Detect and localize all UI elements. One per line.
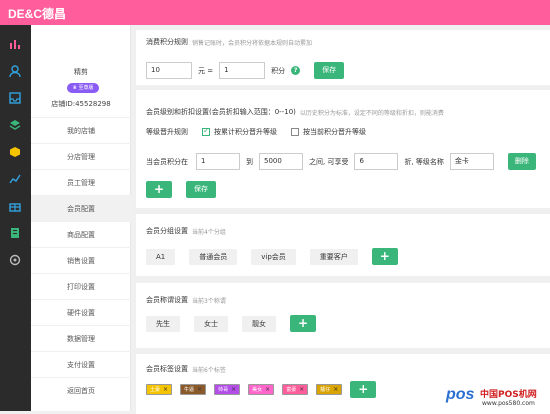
between-label: 之间, 可享受	[309, 157, 349, 166]
section-title: 会员标签设置	[146, 365, 188, 373]
remove-tag-icon[interactable]: ×	[333, 386, 338, 393]
nav-payment[interactable]: 支付设置	[31, 351, 131, 377]
section-title: 会员分组设置	[146, 227, 188, 235]
nav-hardware[interactable]: 硬件设置	[31, 299, 131, 325]
group-chip[interactable]: 重要客户	[309, 248, 358, 265]
from-input[interactable]: 1	[196, 153, 240, 170]
add-title-button[interactable]: +	[290, 315, 316, 332]
section-hint: 当前3个称谓	[192, 297, 226, 305]
member-title-card: 会员称谓设置 当前3个称谓 先生 女士 靓女 +	[136, 283, 550, 348]
help-icon[interactable]: ?	[291, 66, 301, 75]
add-tag-button[interactable]: +	[350, 381, 377, 398]
user-icon[interactable]	[8, 64, 22, 78]
level-name-label: 折, 等级名称	[404, 157, 444, 166]
to-input[interactable]: 5000	[259, 153, 303, 170]
section-hint: 销售记账时，会员积分将依据本规则自动累加	[192, 39, 313, 47]
user-name: 精剪	[74, 68, 88, 76]
level-discount-card: 会员级别和折扣设置(会员折扣输入范围：0--10) 以历史积分为标准，设定不同的…	[136, 90, 550, 208]
yuan-eq-label: 元 =	[198, 66, 214, 75]
option-current: 按当前积分晋升等级	[303, 128, 366, 136]
member-group-card: 会员分组设置 当前4个分组 A1 普通会员 vip会员 重要客户 +	[136, 214, 550, 276]
group-chip[interactable]: A1	[146, 248, 176, 265]
amount-input[interactable]: 10	[146, 62, 192, 79]
add-level-button[interactable]: +	[146, 181, 172, 198]
group-chip[interactable]: vip会员	[251, 248, 296, 265]
member-tag[interactable]: 牛逼 ×	[180, 384, 207, 395]
watermark-url: www.pos580.com	[482, 400, 535, 407]
watermark-title: 中国POS机网	[480, 390, 537, 400]
section-hint: 以历史积分为标准，设定不同的等级和折扣，则能消费	[299, 109, 444, 117]
member-tag[interactable]: 土豪 ×	[146, 384, 173, 395]
box-icon[interactable]	[8, 145, 22, 159]
store-id: 店铺ID:45528298	[51, 100, 111, 108]
section-hint: 当前4个分组	[192, 228, 226, 236]
main-panel: 消费积分规则 销售记账时，会员积分将依据本规则自动累加 10 元 = 1 积分 …	[131, 25, 550, 414]
nav-staff[interactable]: 员工管理	[31, 169, 131, 195]
discount-input[interactable]: 6	[354, 153, 399, 170]
nav-product-config[interactable]: 商品配置	[31, 221, 131, 247]
checkbox-accumulated[interactable]	[202, 126, 210, 136]
points-unit: 积分	[271, 66, 286, 75]
member-tag[interactable]: 美女 ×	[248, 384, 275, 395]
nav-print-settings[interactable]: 打印设置	[31, 273, 131, 299]
level-name-input[interactable]: 金卡	[449, 153, 494, 170]
checkbox-current[interactable]	[291, 128, 299, 136]
title-chip[interactable]: 靓女	[242, 315, 276, 332]
section-title: 会员称谓设置	[146, 296, 188, 304]
points-range-label: 当会员积分在	[146, 157, 188, 166]
add-group-button[interactable]: +	[371, 248, 398, 265]
nav-sales-settings[interactable]: 销售设置	[31, 247, 131, 273]
remove-tag-icon[interactable]: ×	[163, 386, 168, 393]
points-rule-card: 消费积分规则 销售记账时，会员积分将依据本规则自动累加 10 元 = 1 积分 …	[136, 30, 550, 85]
remove-tag-icon[interactable]: ×	[231, 386, 236, 393]
clipboard-icon[interactable]	[8, 226, 22, 240]
inbox-icon[interactable]	[8, 91, 22, 105]
top-bar: DE&C德昌	[0, 0, 550, 25]
remove-tag-icon[interactable]: ×	[299, 386, 304, 393]
trend-icon[interactable]	[8, 172, 22, 186]
option-accumulated: 按累计积分晋升等级	[214, 128, 277, 136]
title-chip[interactable]: 先生	[146, 315, 180, 332]
vip-badge: ♛ 至尊版	[67, 83, 99, 93]
points-input[interactable]: 1	[219, 62, 266, 79]
site-watermark: pos 中国POS机网 www.pos580.com	[446, 384, 550, 411]
remove-tag-icon[interactable]: ×	[197, 386, 202, 393]
nav-branch[interactable]: 分店管理	[31, 143, 131, 169]
member-tag[interactable]: 靓仔 ×	[316, 384, 343, 395]
nav-my-store[interactable]: 我的店铺	[31, 117, 131, 143]
save-button[interactable]: 保存	[314, 62, 345, 79]
member-tag[interactable]: 帅哥 ×	[214, 384, 241, 395]
settings-icon[interactable]	[8, 253, 22, 267]
delete-button[interactable]: 删除	[507, 153, 536, 170]
nav-member-config[interactable]: 会员配置	[31, 195, 131, 221]
settings-sidebar: 精剪 ♛ 至尊版 店铺ID:45528298 我的店铺 分店管理 员工管理 会员…	[31, 25, 131, 411]
section-hint: 当前6个标签	[192, 366, 226, 374]
watermark-logo: pos	[446, 386, 475, 403]
nav-data[interactable]: 数据管理	[31, 325, 131, 351]
remove-tag-icon[interactable]: ×	[265, 386, 270, 393]
member-tag[interactable]: 富豪 ×	[282, 384, 309, 395]
title-chip[interactable]: 女士	[194, 315, 228, 332]
bar-chart-icon[interactable]	[8, 37, 22, 51]
group-chip[interactable]: 普通会员	[189, 248, 238, 265]
icon-rail	[0, 25, 31, 411]
brand-logo[interactable]: DE&C德昌	[8, 5, 66, 22]
layers-icon[interactable]	[8, 118, 22, 132]
nav-back-home[interactable]: 返回首页	[31, 377, 131, 403]
gift-icon[interactable]	[8, 199, 22, 213]
to-label: 到	[246, 157, 253, 166]
save-button[interactable]: 保存	[186, 181, 216, 198]
upgrade-rule-label: 等级晋升规则	[146, 128, 188, 136]
section-title: 会员级别和折扣设置(会员折扣输入范围：0--10)	[146, 108, 296, 116]
section-title: 消费积分规则	[146, 38, 188, 46]
